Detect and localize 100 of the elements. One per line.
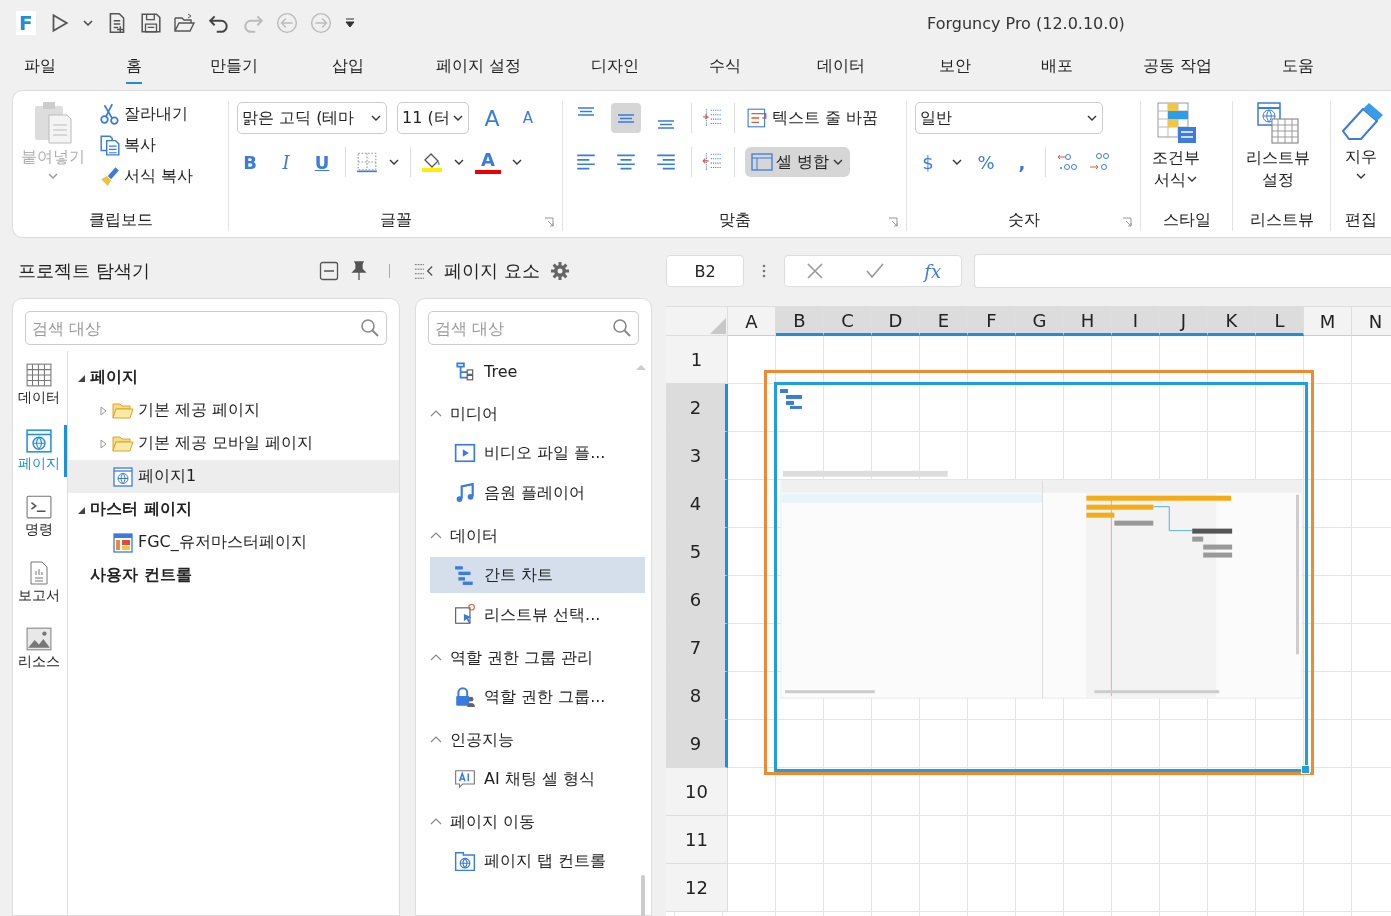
collapsed-arrow-icon[interactable] [98, 405, 108, 416]
number-format-dropdown[interactable]: 일반 [915, 102, 1103, 134]
decrease-indent-icon[interactable] [702, 151, 724, 173]
check-icon[interactable] [864, 261, 885, 281]
conditional-format-button[interactable]: 조건부 서식 [1149, 101, 1204, 210]
menu-tab[interactable]: 홈 [126, 50, 142, 84]
column-header[interactable]: A [728, 307, 776, 336]
row-header[interactable]: 7 [666, 624, 728, 672]
category-header[interactable]: 역할 권한 그룹 관리 [430, 637, 645, 679]
caret-down-icon[interactable] [81, 17, 94, 29]
explorer-node[interactable]: 페이지1 [68, 460, 399, 493]
explorer-node[interactable]: 마스터 페이지 [68, 493, 399, 526]
row-header[interactable]: 9 [666, 720, 728, 768]
app-logo[interactable]: F [16, 11, 36, 35]
category-header[interactable]: 데이터 [430, 515, 645, 557]
side-tab[interactable]: 리소스 [13, 623, 67, 675]
search-field[interactable]: 검색 대상 [428, 311, 639, 345]
row-header[interactable]: 6 [666, 576, 728, 624]
menu-tab[interactable]: 도움 [1282, 50, 1315, 84]
italic-button[interactable]: I [273, 151, 299, 173]
search-field[interactable]: 검색 대상 [25, 311, 387, 345]
column-header[interactable]: M [1304, 307, 1352, 336]
category-header[interactable]: 미디어 [430, 393, 645, 435]
search-icon[interactable] [612, 318, 632, 338]
column-header[interactable]: F [968, 307, 1016, 336]
element-item[interactable]: 비디오 파일 플... [430, 435, 645, 471]
side-tab[interactable]: 페이지 [13, 425, 67, 477]
border-icon[interactable] [356, 151, 378, 173]
menu-tab[interactable]: 파일 [24, 50, 56, 84]
element-item[interactable]: 역할 권한 그룹... [430, 679, 645, 715]
fill-bucket-icon[interactable] [421, 151, 443, 173]
search-icon[interactable] [360, 318, 380, 338]
row-header[interactable]: 11 [666, 816, 728, 864]
dialog-launcher-icon[interactable] [888, 217, 898, 227]
bold-button[interactable]: B [237, 151, 263, 173]
more-icon[interactable] [762, 263, 766, 279]
settings-icon[interactable] [549, 261, 570, 281]
column-header[interactable]: K [1208, 307, 1256, 336]
element-item[interactable]: 음원 플레이어 [430, 475, 645, 511]
customize-icon[interactable] [343, 17, 356, 29]
element-item[interactable]: 페이지 탭 컨트롤 [430, 843, 645, 879]
element-item[interactable]: 리스트뷰 선택... [430, 597, 645, 633]
explorer-node[interactable]: 사용자 컨트롤 [68, 559, 399, 592]
column-header[interactable]: D [872, 307, 920, 336]
column-header[interactable]: C [824, 307, 872, 336]
element-item[interactable]: AI 채팅 셀 형식 [430, 761, 645, 797]
menu-tab[interactable]: 데이터 [817, 50, 866, 84]
element-item[interactable]: 간트 차트 [430, 557, 645, 593]
menu-tab[interactable]: 공동 작업 [1143, 50, 1213, 84]
dialog-launcher-icon[interactable] [1122, 217, 1132, 227]
wrap-text-button[interactable]: 텍스트 줄 바꿈 [745, 105, 881, 131]
column-header[interactable]: B [776, 307, 824, 336]
element-item[interactable]: Tree [430, 353, 645, 389]
category-header[interactable]: 페이지 이동 [430, 801, 645, 843]
side-tab[interactable]: 보고서 [13, 557, 67, 609]
copy-button[interactable]: 복사 [97, 132, 196, 158]
explorer-node[interactable]: 페이지 [68, 361, 399, 394]
side-tab[interactable]: 데이터 [13, 359, 67, 411]
collapse-list-icon[interactable] [414, 261, 434, 281]
decrease-decimal-icon[interactable] [1088, 151, 1110, 173]
column-header[interactable]: L [1256, 307, 1304, 336]
menu-tab[interactable]: 디자인 [591, 50, 640, 84]
row-header[interactable]: 3 [666, 432, 728, 480]
menu-tab[interactable]: 배포 [1041, 50, 1074, 84]
column-header[interactable]: N [1352, 307, 1391, 336]
open-folder-icon[interactable] [173, 12, 196, 34]
formula-input[interactable] [974, 254, 1391, 288]
explorer-node[interactable]: 기본 제공 모바일 페이지 [68, 427, 399, 460]
menu-tab[interactable]: 보안 [939, 50, 972, 84]
middle-align-button[interactable] [611, 103, 641, 133]
row-header[interactable]: 1 [666, 336, 728, 384]
explorer-node[interactable]: FGC_유저마스터페이지 [68, 526, 399, 559]
insert-function-button[interactable]: fx [924, 260, 942, 282]
comma-button[interactable]: , [1009, 151, 1035, 173]
row-header[interactable]: 2 [666, 384, 728, 432]
row-header[interactable]: 10 [666, 768, 728, 816]
percent-button[interactable]: % [973, 151, 999, 173]
column-header[interactable]: G [1016, 307, 1064, 336]
column-header[interactable]: J [1160, 307, 1208, 336]
increase-decimal-icon[interactable] [1056, 151, 1078, 173]
menu-tab[interactable]: 페이지 설정 [436, 50, 522, 84]
font-size-dropdown[interactable]: 11 (터 [397, 102, 469, 134]
increase-indent-icon[interactable] [702, 107, 724, 129]
name-box[interactable]: B2 [666, 255, 744, 287]
currency-button[interactable]: $ [915, 151, 941, 173]
clear-button[interactable]: 지우 [1339, 101, 1383, 210]
menu-tab[interactable]: 삽입 [332, 50, 364, 84]
side-tab[interactable]: 명령 [13, 491, 67, 543]
column-header[interactable]: E [920, 307, 968, 336]
category-header[interactable]: 인공지능 [430, 719, 645, 761]
resize-handle[interactable] [1301, 765, 1310, 774]
dialog-launcher-icon[interactable] [544, 217, 554, 227]
menu-tab[interactable]: 수식 [709, 50, 742, 84]
listview-settings-button[interactable]: 리스트뷰 설정 [1241, 101, 1315, 210]
merge-cells-button[interactable]: 셀 병합 [745, 147, 851, 177]
save-icon[interactable] [139, 12, 162, 34]
column-header[interactable]: I [1112, 307, 1160, 336]
format-painter-button[interactable]: 서식 복사 [97, 163, 196, 189]
grow-font-button[interactable]: A [479, 105, 505, 131]
explorer-node[interactable]: 기본 제공 페이지 [68, 394, 399, 427]
